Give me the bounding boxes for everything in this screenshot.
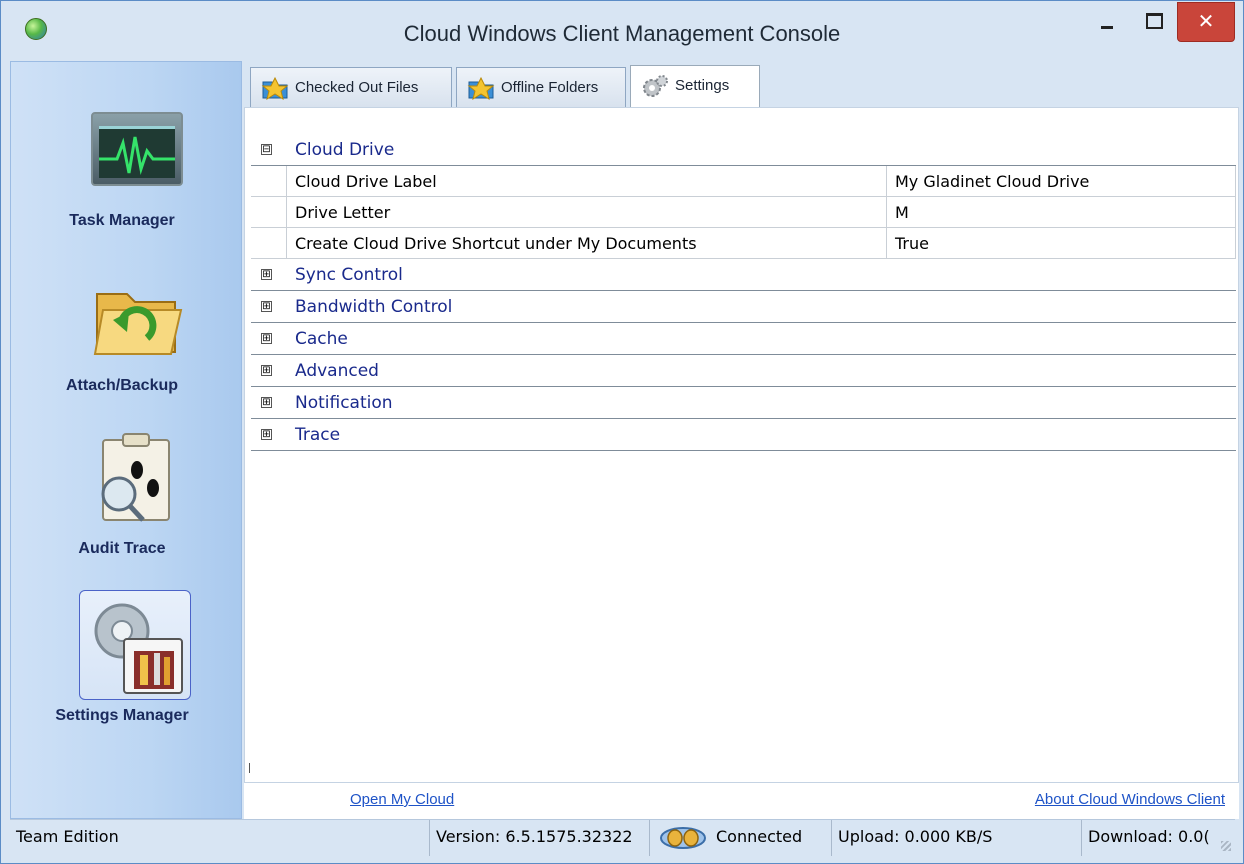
- tab-label: Offline Folders: [501, 79, 599, 96]
- expand-icon[interactable]: ⊞: [261, 269, 272, 280]
- category-bandwidth-control[interactable]: ⊞ Bandwidth Control: [251, 291, 1236, 323]
- expand-icon[interactable]: ⊞: [261, 365, 272, 376]
- main-window: Cloud Windows Client Management Console …: [0, 0, 1244, 864]
- category-notification[interactable]: ⊞ Notification: [251, 387, 1236, 419]
- connection-status: Connected: [650, 820, 832, 856]
- download-status: Download: 0.0(: [1088, 827, 1210, 846]
- category-label: Notification: [295, 393, 393, 413]
- version-status: Version: 6.5.1575.32322: [430, 820, 650, 856]
- property-value[interactable]: True: [886, 228, 1236, 259]
- expand-icon[interactable]: ⊞: [261, 397, 272, 408]
- property-name: Drive Letter: [295, 203, 391, 222]
- expand-icon[interactable]: ⊞: [261, 301, 272, 312]
- category-label: Sync Control: [295, 265, 403, 285]
- category-cloud-drive[interactable]: ⊟ Cloud Drive: [251, 134, 1236, 166]
- audit-trace-icon[interactable]: [89, 432, 181, 522]
- sidebar: Task Manager Attach/Backup Audit Trace S…: [10, 61, 242, 819]
- property-row-create-shortcut[interactable]: Create Cloud Drive Shortcut under My Doc…: [251, 228, 1236, 259]
- upload-status: Upload: 0.000 KB/S: [832, 820, 1082, 856]
- property-name: Cloud Drive Label: [295, 172, 437, 191]
- category-label: Cache: [295, 329, 348, 349]
- edition-status: Team Edition: [10, 820, 430, 856]
- splitter-handle[interactable]: [249, 763, 250, 773]
- expand-icon[interactable]: ⊞: [261, 429, 272, 440]
- resize-grip[interactable]: [1221, 841, 1231, 851]
- tab-offline-folders[interactable]: Offline Folders: [456, 67, 626, 107]
- settings-manager-selected-frame[interactable]: [79, 590, 191, 700]
- expand-icon[interactable]: ⊞: [261, 333, 272, 344]
- connection-label: Connected: [716, 827, 803, 846]
- attach-backup-icon[interactable]: [91, 272, 183, 358]
- checked-out-files-icon: [261, 76, 289, 100]
- minimize-button[interactable]: [1085, 2, 1131, 42]
- status-bar: Team Edition Version: 6.5.1575.32322 Con…: [10, 819, 1235, 856]
- sidebar-item-audit-trace[interactable]: Audit Trace: [11, 540, 233, 558]
- property-grid: ⊟ Cloud Drive Cloud Drive Label My Gladi…: [251, 134, 1236, 451]
- close-button[interactable]: ✕: [1177, 2, 1235, 42]
- settings-gears-icon: [643, 75, 668, 97]
- category-cache[interactable]: ⊞ Cache: [251, 323, 1236, 355]
- category-trace[interactable]: ⊞ Trace: [251, 419, 1236, 451]
- category-label: Cloud Drive: [295, 140, 395, 160]
- task-manager-icon[interactable]: [91, 112, 183, 186]
- window-title: Cloud Windows Client Management Console: [403, 21, 841, 46]
- sidebar-item-settings-manager[interactable]: Settings Manager: [11, 707, 233, 725]
- category-label: Advanced: [295, 361, 379, 381]
- tab-settings[interactable]: Settings: [630, 65, 760, 108]
- sidebar-item-attach-backup[interactable]: Attach/Backup: [11, 377, 233, 395]
- category-label: Bandwidth Control: [295, 297, 453, 317]
- collapse-icon[interactable]: ⊟: [261, 144, 272, 155]
- maximize-button[interactable]: [1131, 2, 1177, 42]
- property-value[interactable]: My Gladinet Cloud Drive: [886, 166, 1236, 197]
- category-advanced[interactable]: ⊞ Advanced: [251, 355, 1236, 387]
- tab-checked-out-files[interactable]: Checked Out Files: [250, 67, 452, 107]
- tab-label: Settings: [675, 77, 730, 94]
- title-bar[interactable]: Cloud Windows Client Management Console …: [1, 1, 1243, 61]
- property-name: Create Cloud Drive Shortcut under My Doc…: [295, 234, 697, 253]
- settings-panel: ⊟ Cloud Drive Cloud Drive Label My Gladi…: [244, 107, 1239, 783]
- category-label: Trace: [295, 425, 341, 445]
- property-row-drive-letter[interactable]: Drive Letter M: [251, 197, 1236, 228]
- property-value[interactable]: M: [886, 197, 1236, 228]
- cloud-connected-icon: [660, 827, 706, 849]
- about-link[interactable]: About Cloud Windows Client: [1035, 791, 1225, 808]
- sidebar-item-task-manager[interactable]: Task Manager: [11, 212, 233, 230]
- property-row-cloud-drive-label[interactable]: Cloud Drive Label My Gladinet Cloud Driv…: [251, 166, 1236, 197]
- settings-manager-icon: [94, 603, 183, 694]
- tab-bar: Checked Out Files Offline Folders Settin…: [244, 61, 1239, 108]
- link-bar: Open My Cloud About Cloud Windows Client: [244, 783, 1239, 819]
- offline-folders-icon: [467, 76, 495, 100]
- open-my-cloud-link[interactable]: Open My Cloud: [350, 791, 454, 808]
- tab-label: Checked Out Files: [295, 79, 419, 96]
- category-sync-control[interactable]: ⊞ Sync Control: [251, 259, 1236, 291]
